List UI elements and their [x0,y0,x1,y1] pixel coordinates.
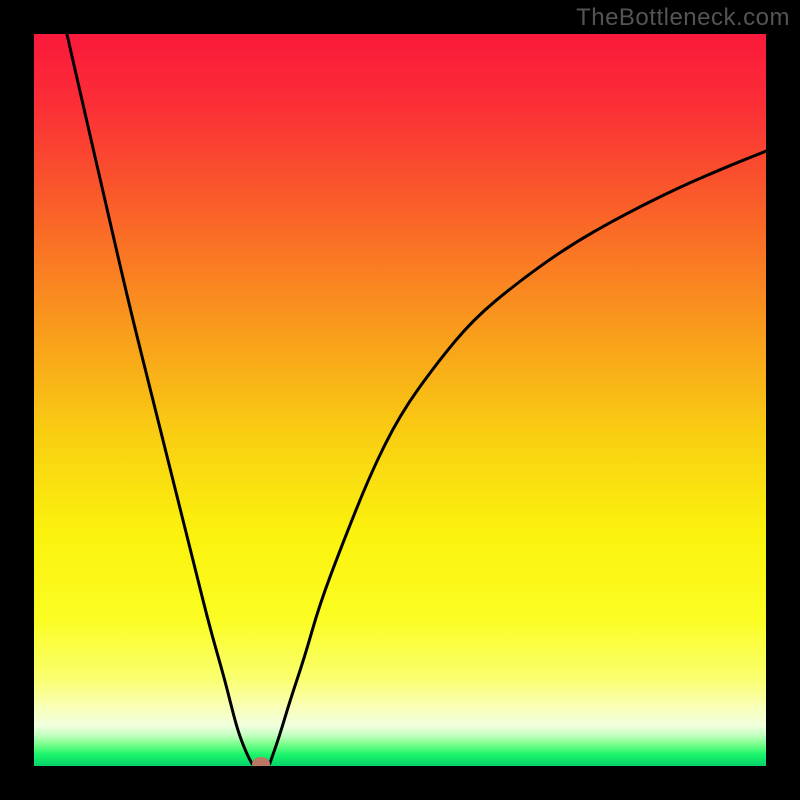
watermark-text: TheBottleneck.com [576,4,790,32]
minimum-marker [252,757,270,766]
plot-area [34,34,766,766]
gradient-plot [34,34,766,766]
chart-frame: TheBottleneck.com [0,0,800,800]
gradient-background [34,34,766,766]
